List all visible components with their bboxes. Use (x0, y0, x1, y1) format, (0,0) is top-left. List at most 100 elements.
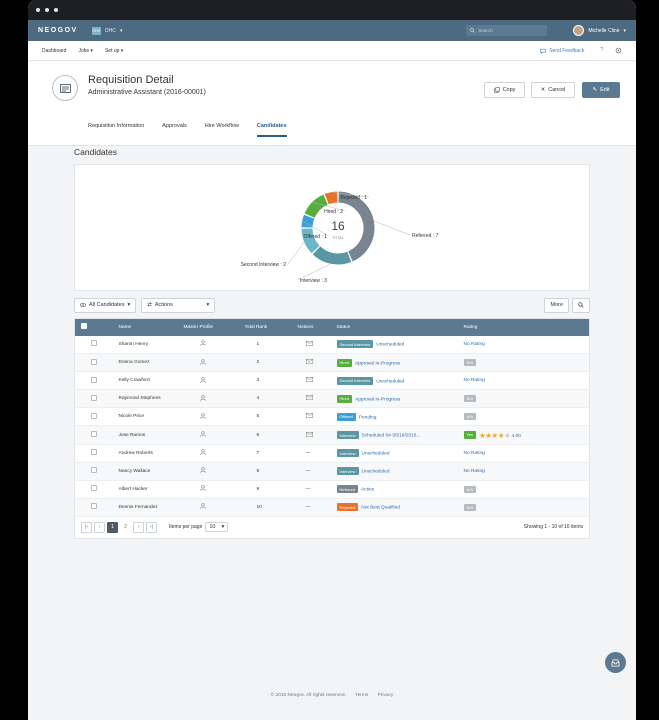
status-link[interactable]: Pending (359, 415, 377, 420)
person-icon[interactable] (199, 340, 206, 347)
status-link[interactable]: Unscheduled (376, 379, 404, 384)
window-dot-icon[interactable] (45, 8, 49, 12)
settings-icon[interactable] (615, 47, 622, 54)
candidate-name[interactable]: Sharon Henry (112, 335, 178, 355)
person-icon[interactable] (199, 413, 206, 419)
prev-page-button[interactable]: ‹ (94, 521, 105, 533)
table-row[interactable]: Andrew Roberts 7 — Interview Unscheduled No R… (74, 444, 590, 463)
status-link[interactable]: Unscheduled (362, 452, 390, 457)
window-dot-icon[interactable] (54, 8, 58, 12)
donut-slice[interactable] (301, 214, 315, 228)
mail-icon[interactable] (305, 340, 313, 346)
status-link[interactable]: Active (361, 488, 374, 493)
person-icon[interactable] (199, 395, 206, 401)
table-row[interactable]: Albert Hacker 9 — Referred Active N/A (74, 480, 590, 499)
donut-slice[interactable] (312, 246, 352, 265)
person-icon[interactable] (199, 449, 206, 455)
user-menu[interactable]: Michelle Cline ▾ (573, 25, 626, 36)
edit-button[interactable]: ✎ Edit (582, 82, 620, 98)
table-row[interactable]: Nicole Price 5 Offered Pending N/A (74, 407, 590, 427)
person-icon[interactable] (199, 431, 206, 437)
first-page-button[interactable]: |‹ (81, 521, 92, 533)
mail-icon[interactable] (305, 431, 313, 437)
candidate-name[interactable]: Andrew Roberts (112, 444, 178, 463)
candidate-name[interactable]: Albert Hacker (112, 480, 178, 499)
nav-jobs[interactable]: Jobs ▾ (78, 48, 92, 54)
last-page-button[interactable]: ›| (146, 521, 157, 533)
person-icon[interactable] (199, 358, 206, 365)
column-header-name[interactable]: Name (112, 318, 178, 336)
row-checkbox[interactable] (90, 358, 97, 365)
mail-icon[interactable] (305, 377, 313, 383)
person-icon[interactable] (199, 467, 206, 473)
row-checkbox[interactable] (90, 503, 97, 510)
next-page-button[interactable]: › (133, 521, 144, 533)
person-icon[interactable] (199, 485, 206, 492)
candidate-name[interactable]: Raymond Stephens (112, 389, 178, 409)
status-link[interactable]: Unscheduled (376, 343, 404, 348)
page-2-button[interactable]: 2 (120, 521, 131, 533)
person-icon[interactable] (199, 503, 206, 510)
candidate-name[interactable]: Kelly Crawford (112, 371, 178, 391)
column-header-status[interactable]: Status (330, 318, 458, 336)
search-input[interactable]: Search (466, 25, 548, 36)
status-link[interactable]: Unscheduled (362, 470, 390, 475)
copy-button[interactable]: Copy (484, 82, 525, 98)
status-link[interactable]: Approval In-Progress (355, 397, 400, 402)
tab-candidates[interactable]: Candidates (256, 123, 287, 137)
status-link[interactable]: Scheduled for 05/19/2016... (362, 434, 421, 439)
row-checkbox[interactable] (90, 376, 97, 383)
inbox-button[interactable] (605, 652, 626, 673)
row-checkbox[interactable] (90, 340, 97, 347)
candidate-name[interactable]: Dennis Fernandez (112, 498, 178, 517)
page-1-button[interactable]: 1 (107, 521, 118, 533)
send-feedback-link[interactable]: Send Feedback (540, 48, 584, 54)
more-button[interactable]: More (544, 297, 569, 313)
select-all-checkbox[interactable] (81, 323, 87, 330)
candidate-name[interactable]: Donna Gomez (112, 353, 178, 373)
candidate-name[interactable]: Nancy Wallace (112, 462, 178, 481)
org-switcher[interactable]: OHC OHC ▾ (91, 26, 122, 35)
items-per-page-select[interactable]: 10 ▾ (205, 522, 229, 533)
table-row[interactable]: Jose Ramos 6 Interview Scheduled for 05/19/… (74, 425, 590, 445)
window-dot-icon[interactable] (36, 8, 40, 12)
mail-icon[interactable] (305, 359, 313, 365)
table-row[interactable]: Raymond Stephens 4 Hired Approval In-Progre… (74, 389, 590, 409)
nav-setup[interactable]: Set up ▾ (105, 48, 123, 54)
terms-link[interactable]: Terms (355, 693, 368, 698)
table-row[interactable]: Kelly Crawford 3 Second Interview Unschedul… (74, 371, 590, 391)
column-header-notices[interactable]: Notices (291, 318, 331, 336)
rating-link[interactable]: No Rating (464, 469, 485, 474)
tab-hire-workflow[interactable]: Hire Workflow (205, 123, 239, 137)
column-header-master-profile[interactable]: Master Profile (177, 318, 239, 336)
table-row[interactable]: Nancy Wallace 8 — Interview Unscheduled No Ra… (74, 462, 590, 481)
mail-icon[interactable] (305, 395, 313, 401)
row-checkbox[interactable] (90, 431, 97, 438)
tab-approvals[interactable]: Approvals (162, 123, 186, 137)
table-row[interactable]: Donna Gomez 2 Hired Approval In-Progress N/A (74, 353, 590, 373)
row-checkbox[interactable] (90, 394, 97, 401)
star-rating[interactable]: ★★★★★ (479, 431, 511, 440)
nav-dashboard[interactable]: Dashboard (42, 48, 66, 54)
mail-icon[interactable] (305, 413, 313, 419)
column-header-rating[interactable]: Rating (457, 318, 590, 336)
row-checkbox[interactable] (90, 467, 97, 474)
actions-dropdown[interactable]: ⇄ Actions ▾ (141, 297, 216, 313)
table-row[interactable]: Dennis Fernandez 10 — Rejected Not Best Qual… (74, 498, 590, 517)
donut-slice[interactable] (324, 191, 338, 205)
tab-requisition-information[interactable]: Requisition Information (88, 123, 144, 137)
candidate-name[interactable]: Jose Ramos (112, 425, 178, 445)
table-row[interactable]: Sharon Henry 1 Second Interview Unscheduled… (74, 335, 590, 355)
column-header-total-rank[interactable]: Total Rank (238, 318, 292, 336)
table-search-button[interactable] (572, 297, 590, 313)
row-checkbox[interactable] (90, 412, 97, 419)
privacy-link[interactable]: Privacy (378, 693, 394, 698)
status-link[interactable]: Approval In-Progress (355, 361, 400, 366)
status-link[interactable]: Not Best Qualified (361, 506, 400, 511)
brand-logo[interactable]: NEOGOV (38, 27, 78, 34)
candidate-filter-dropdown[interactable]: All Candidates ▾ (74, 297, 137, 313)
person-icon[interactable] (199, 376, 206, 383)
rating-link[interactable]: No Rating (464, 451, 485, 456)
rating-link[interactable]: No Rating (464, 378, 485, 383)
candidate-name[interactable]: Nicole Price (112, 407, 178, 427)
